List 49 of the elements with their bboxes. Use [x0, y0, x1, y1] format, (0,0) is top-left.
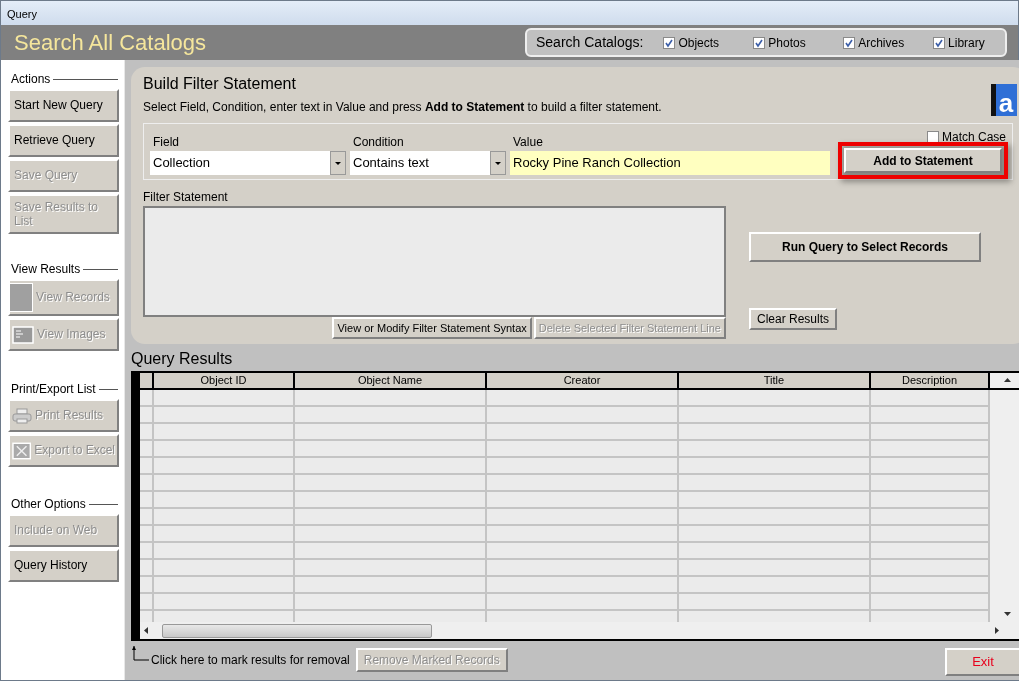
field-label: Value: [512, 134, 544, 151]
filter-button[interactable]: View or Modify Filter Statement Syntax: [332, 317, 532, 339]
run-query-button[interactable]: Run Query to Select Records: [749, 232, 981, 262]
sidebar-button[interactable]: Start New Query: [8, 89, 119, 122]
checkbox[interactable]: [933, 36, 946, 49]
filter-statement-box[interactable]: [143, 206, 726, 317]
dropdown[interactable]: Collection: [150, 151, 346, 175]
input-field[interactable]: Rocky Pine Ranch Collection: [510, 151, 830, 175]
checkbox[interactable]: [926, 131, 939, 143]
section-heading: Build Filter Statement: [143, 74, 297, 94]
checkbox[interactable]: [663, 36, 676, 49]
column-header: Title: [679, 373, 871, 388]
scroll-up-icon: [1004, 378, 1011, 383]
sidebar-button[interactable]: Retrieve Query: [8, 124, 119, 157]
scrollbar-thumb[interactable]: [162, 623, 432, 638]
column-header: Creator: [487, 373, 679, 388]
scroll-right-icon: [995, 627, 999, 634]
checkbox[interactable]: [843, 36, 856, 49]
scroll-left-icon: [144, 627, 148, 634]
section-title: Other Options: [11, 495, 118, 513]
section-heading: Query Results: [131, 350, 234, 368]
swatch-icon: [9, 283, 33, 312]
page-title: Search All Catalogs: [14, 29, 206, 57]
checkbox[interactable]: [753, 36, 766, 49]
column-header: Object ID: [154, 373, 295, 388]
sidebar-button[interactable]: Query History: [8, 549, 119, 582]
column-header: Description: [871, 373, 990, 388]
checkbox-label: Match Case: [941, 129, 1006, 146]
hint-text: Click here to mark results for removal: [151, 652, 350, 669]
section-title: Print/Export List: [11, 380, 118, 398]
printer-icon: [12, 407, 32, 424]
window-title: Query: [1, 1, 1018, 25]
section-title: Actions: [11, 70, 118, 88]
scroll-down-icon: [1004, 612, 1011, 616]
checkbox-label: Library: [948, 34, 985, 52]
field-label: Filter Statement: [143, 189, 229, 206]
catalog-label: Search Catalogs:: [536, 33, 644, 52]
column-header: Object Name: [295, 373, 487, 388]
field-label: Field: [152, 134, 180, 151]
checkbox-label: Archives: [858, 34, 905, 52]
section-title: View Results: [11, 260, 118, 278]
instruction-text: Select Field, Condition, enter text in Value and press Add to Statement to build a filter statement.: [143, 99, 662, 116]
clear-results-button[interactable]: Clear Results: [749, 308, 838, 330]
spreadsheet-icon: [12, 441, 32, 460]
field-label: Condition: [352, 134, 405, 151]
image-icon: [12, 325, 34, 344]
dropdown[interactable]: Contains text: [350, 151, 506, 175]
checkbox-label: Objects: [678, 34, 720, 52]
checkbox-label: Photos: [768, 34, 806, 52]
